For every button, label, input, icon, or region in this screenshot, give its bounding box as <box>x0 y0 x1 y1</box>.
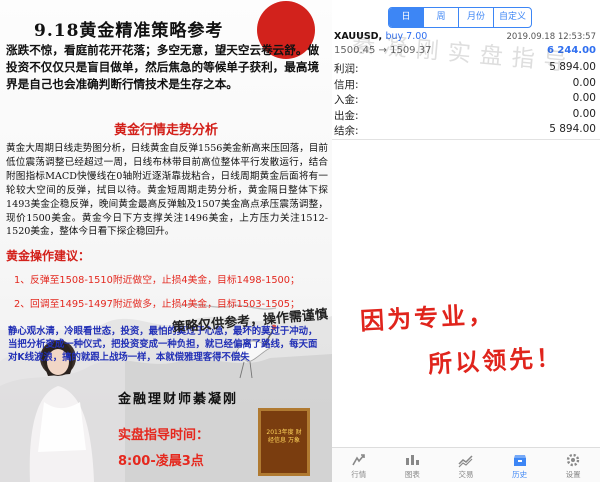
tab-month[interactable]: 月份 <box>459 8 494 27</box>
article-panel: 9.18黄金精准策略参考 涨跌不惊，看庭前花开花落；多空无意，望天空云卷云舒。做… <box>0 0 332 482</box>
tab-custom[interactable]: 自定义 <box>494 8 531 27</box>
summary-label: 利润: <box>334 63 359 75</box>
nav-item-trade[interactable]: 交易 <box>439 448 493 482</box>
summary-row-withdrawal: 出金: 0.00 <box>332 108 600 124</box>
nav-item-chart[interactable]: 图表 <box>386 448 440 482</box>
nav-item-settings[interactable]: 设置 <box>546 448 600 482</box>
certificate-text: 2013年度 财经信息 万象 <box>266 429 302 444</box>
bottom-nav: 行情 图表 交易 历史 设置 <box>332 447 600 482</box>
summary-row-deposit: 入金: 0.00 <box>332 92 600 108</box>
trade-advice-1: 1、反弹至1508-1510附近做空，止损4美金，目标1498-1500； <box>14 275 300 286</box>
slogan-line-1: 因为专业， <box>359 299 496 336</box>
live-guidance-hours: 8:00-凌晨3点 <box>118 454 204 469</box>
summary-label: 入金: <box>334 94 359 106</box>
article-title: 9.18黄金精准策略参考 <box>34 21 224 41</box>
nav-item-history[interactable]: 历史 <box>493 448 547 482</box>
summary-value: 0.00 <box>572 92 596 104</box>
nav-label: 图表 <box>404 470 420 479</box>
nav-item-quotes[interactable]: 行情 <box>332 448 386 482</box>
section-heading-advice: 黄金操作建议： <box>6 249 91 263</box>
nav-label: 行情 <box>351 470 367 479</box>
quotes-icon <box>352 454 365 466</box>
trading-app-panel: 日 周 月份 自定义 XAUUSD, buy 7.00 2019.09.18 1… <box>332 0 600 482</box>
tab-day[interactable]: 日 <box>389 8 424 27</box>
nav-label: 历史 <box>512 470 528 479</box>
tab-week[interactable]: 周 <box>424 8 459 27</box>
nav-label: 设置 <box>565 470 581 479</box>
investment-motto: 静心观水清，冷眼看世态，投资，最怕的莫过于心急，最坏的莫过于冲动，当把分析变成一… <box>8 326 318 363</box>
summary-label: 出金: <box>334 109 359 122</box>
slogan-line-2: 所以领先！ <box>427 342 564 379</box>
summary-row-balance: 结余: 5 894.00 <box>332 123 600 139</box>
summary-label: 信用: <box>334 78 359 91</box>
summary-row-credit: 信用: 0.00 <box>332 77 600 93</box>
nav-label: 交易 <box>458 470 474 479</box>
trade-icon <box>458 455 473 468</box>
trend-analysis-text: 黄金大周期日线走势图分析，日线黄金自反弹1556美金新高来压回落，目前低位震荡调… <box>6 143 328 238</box>
period-tabs: 日 周 月份 自定义 <box>388 7 532 28</box>
live-guidance-label: 实盘指导时间： <box>118 428 210 443</box>
teacher-title: 金融理财师綦凝刚 <box>118 392 239 407</box>
summary-value: 0.00 <box>572 76 596 89</box>
article-intro: 涨跌不惊，看庭前花开花落；多空无意，望天空云卷云舒。做投资不仅仅只是盲目做单，然… <box>6 43 320 91</box>
summary-value: 5 894.00 <box>549 123 596 135</box>
summary-value: 0.00 <box>572 107 596 120</box>
settings-icon <box>566 453 580 467</box>
divider <box>332 139 600 140</box>
trade-advice-2: 2、回调至1495-1497附近做多，止损4美金，目标1503-1505； <box>14 299 300 310</box>
chart-icon <box>406 455 420 465</box>
summary-label: 结余: <box>334 125 359 137</box>
award-certificate: 2013年度 财经信息 万象 <box>258 408 310 476</box>
section-heading-trend: 黄金行情走势分析 <box>113 123 218 138</box>
history-icon <box>513 455 526 466</box>
